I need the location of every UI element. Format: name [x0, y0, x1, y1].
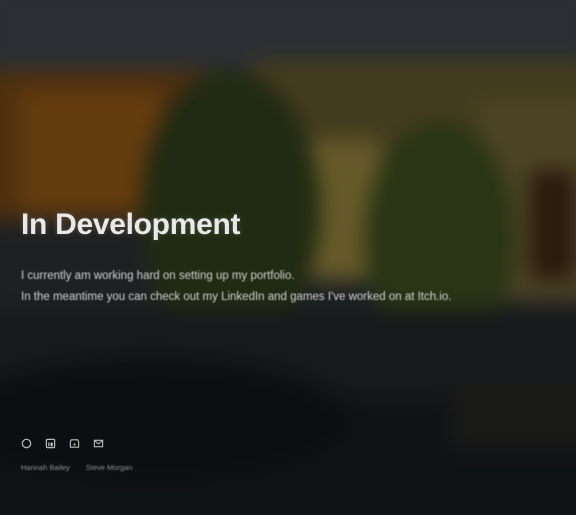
hero-section: In Development I currently am working ha… [21, 208, 561, 308]
email-icon[interactable] [93, 438, 104, 449]
footer: Hannah Bailey Steve Morgan [21, 438, 133, 472]
intro-line-1: I currently am working hard on setting u… [21, 270, 295, 282]
page-title: In Development [21, 208, 241, 241]
github-icon[interactable] [21, 438, 32, 449]
social-links [21, 438, 133, 449]
credit-link-2[interactable]: Steve Morgan [86, 463, 133, 472]
intro-line-2: In the meantime you can check out my Lin… [21, 291, 452, 303]
linkedin-icon[interactable] [45, 438, 56, 449]
itchio-icon[interactable] [69, 438, 80, 449]
credit-link-1[interactable]: Hannah Bailey [21, 463, 70, 472]
photo-credits: Hannah Bailey Steve Morgan [21, 463, 133, 472]
